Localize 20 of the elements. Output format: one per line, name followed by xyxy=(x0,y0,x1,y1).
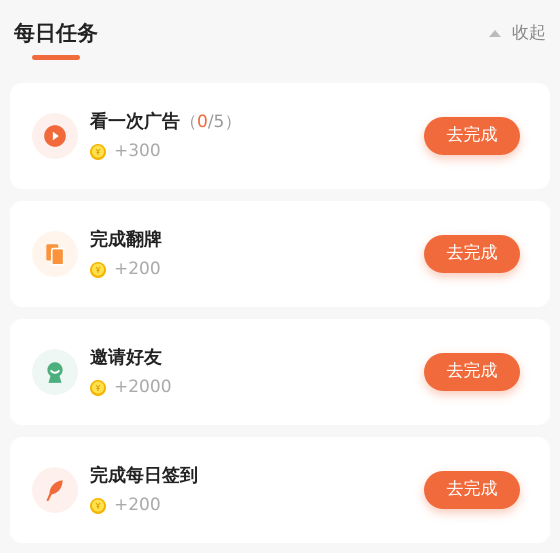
coin-icon xyxy=(90,498,106,514)
complete-button[interactable]: 去完成 xyxy=(424,353,520,391)
reward-amount: +300 xyxy=(114,140,161,163)
coin-icon xyxy=(90,262,106,278)
coin-icon xyxy=(90,144,106,160)
task-title: 完成翻牌 xyxy=(90,228,162,252)
complete-button[interactable]: 去完成 xyxy=(424,117,520,155)
task-title: 邀请好友 xyxy=(90,346,162,370)
reward-amount: +2000 xyxy=(114,376,172,399)
title-underline xyxy=(32,54,80,60)
complete-button[interactable]: 去完成 xyxy=(424,471,520,509)
collapse-button[interactable]: 收起 xyxy=(488,18,546,46)
reward-amount: +200 xyxy=(114,258,161,281)
reward-amount: +200 xyxy=(114,494,161,517)
section-title: 每日任务 xyxy=(14,20,98,47)
coin-icon xyxy=(90,380,106,396)
task-title: 看一次广告 xyxy=(90,110,180,134)
complete-button[interactable]: 去完成 xyxy=(424,235,520,273)
task-title: 完成每日签到 xyxy=(90,464,198,488)
caret-up-icon xyxy=(488,29,502,38)
